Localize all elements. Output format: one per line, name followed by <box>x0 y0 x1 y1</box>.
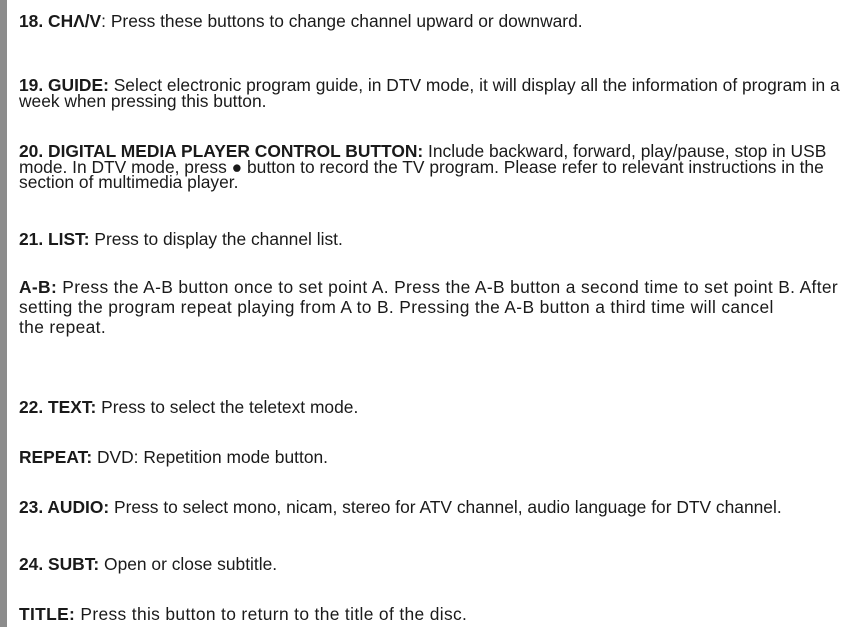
item-label: A-B: <box>19 277 58 297</box>
item-title: TITLE: Press this button to return to th… <box>19 604 855 624</box>
item-text: Press to select mono, nicam, stereo for … <box>109 497 782 517</box>
item-guide: 19. GUIDE: Select electronic program gui… <box>19 75 855 111</box>
item-text: Press to display the channel list. <box>89 229 343 249</box>
item-label: TITLE: <box>19 604 76 624</box>
item-label: 21. LIST: <box>19 229 90 249</box>
item-label: 24. SUBT: <box>19 554 100 574</box>
item-text: Press the A-B button once to set point A… <box>19 277 839 317</box>
item-text-continued: the repeat. <box>19 317 106 337</box>
item-label: 22. TEXT: <box>19 397 97 417</box>
item-list: 21. LIST: Press to display the channel l… <box>19 230 855 249</box>
item-text: Press this button to return to the title… <box>75 604 468 624</box>
item-text: Open or close subtitle. <box>99 554 278 574</box>
item-text: Press to select the teletext mode. <box>96 397 359 417</box>
item-label: 18. CHΛ/V <box>19 11 102 31</box>
item-subt: 24. SUBT: Open or close subtitle. <box>19 555 855 574</box>
item-text: DVD: Repetition mode button. <box>92 447 328 467</box>
item-text: : Press these buttons to change channel … <box>101 11 583 31</box>
item-ab: A-B: Press the A-B button once to set po… <box>19 277 855 337</box>
item-label: 23. AUDIO: <box>19 497 110 517</box>
item-audio: 23. AUDIO: Press to select mono, nicam, … <box>19 497 855 517</box>
item-ch-updown: 18. CHΛ/V: Press these buttons to change… <box>19 12 855 31</box>
page-margin-bar <box>0 0 7 627</box>
item-repeat: REPEAT: DVD: Repetition mode button. <box>19 448 855 467</box>
item-media-control: 20. DIGITAL MEDIA PLAYER CONTROL BUTTON:… <box>19 142 855 190</box>
item-text: Select electronic program guide, in DTV … <box>19 75 840 111</box>
item-label: REPEAT: <box>19 447 93 467</box>
item-text-mode: 22. TEXT: Press to select the teletext m… <box>19 398 855 417</box>
